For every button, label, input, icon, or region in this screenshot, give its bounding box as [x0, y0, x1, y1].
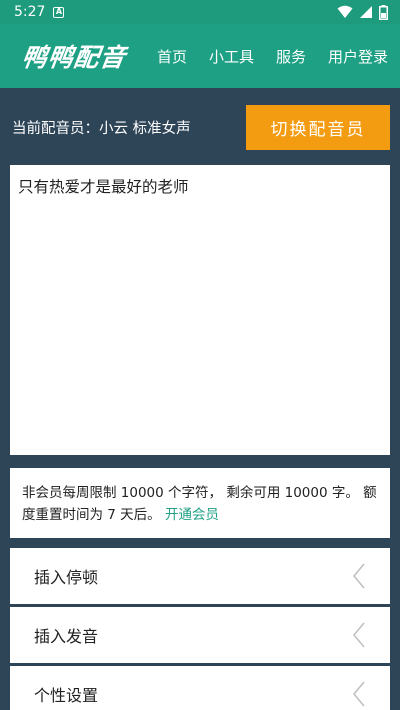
status-bar: 5:27 A: [0, 0, 400, 24]
option-label: 插入停顿: [34, 568, 99, 587]
app-header: 鸭鸭配音 首页 小工具 服务 用户登录: [0, 24, 400, 88]
nav-services[interactable]: 服务: [254, 46, 306, 67]
chevron-left-icon: [352, 680, 366, 708]
nav-home[interactable]: 首页: [157, 46, 187, 67]
signal-icon: [360, 6, 372, 18]
open-membership-link[interactable]: 开通会员: [165, 507, 219, 523]
wifi-icon: [337, 5, 353, 18]
option-personal-settings[interactable]: 个性设置: [10, 666, 390, 710]
notification-icon: A: [53, 6, 65, 18]
text-input[interactable]: 只有热爱才是最好的老师: [10, 165, 390, 455]
top-nav: 首页 小工具 服务 用户登录: [157, 46, 388, 67]
switch-voice-button[interactable]: 切换配音员: [246, 104, 390, 150]
current-voice-label: 当前配音员：小云 标准女声: [12, 120, 191, 137]
status-time: 5:27: [14, 4, 46, 20]
battery-icon: [379, 4, 388, 20]
option-label: 个性设置: [34, 686, 99, 705]
option-insert-pause[interactable]: 插入停顿: [10, 548, 390, 604]
nav-tools[interactable]: 小工具: [187, 46, 254, 67]
app-logo[interactable]: 鸭鸭配音: [19, 38, 128, 74]
chevron-left-icon: [352, 562, 366, 590]
voice-bar: 当前配音员：小云 标准女声 切换配音员: [0, 96, 400, 158]
nav-login[interactable]: 用户登录: [306, 46, 388, 67]
chevron-left-icon: [352, 621, 366, 649]
option-insert-pronunciation[interactable]: 插入发音: [10, 607, 390, 663]
option-label: 插入发音: [34, 627, 99, 646]
quota-notice: 非会员每周限制 10000 个字符， 剩余可用 10000 字。 额度重置时间为…: [10, 468, 390, 538]
